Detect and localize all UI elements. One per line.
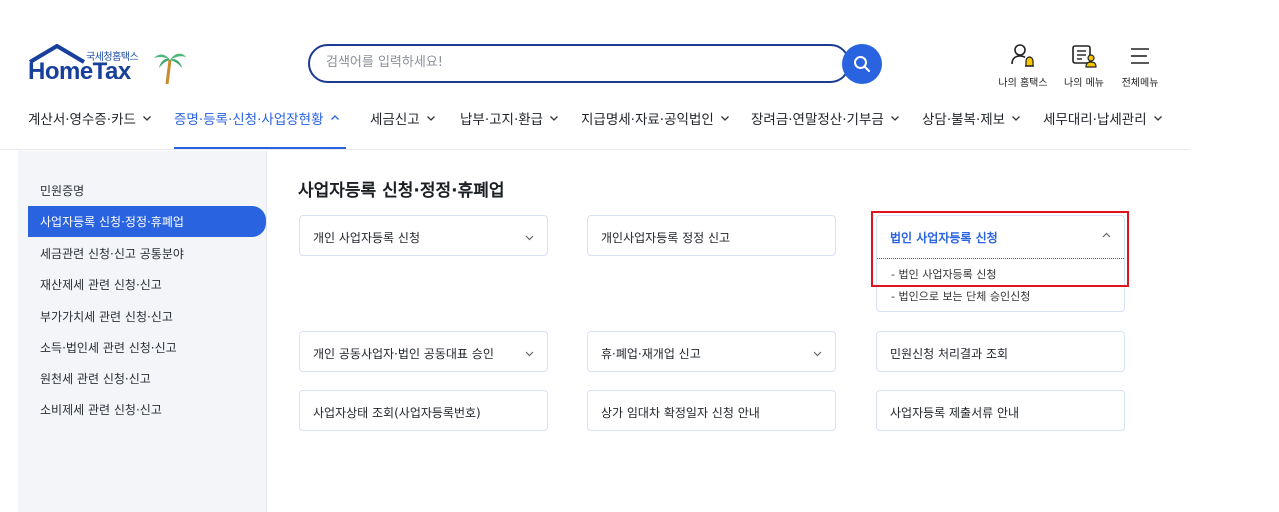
chevron-up-icon <box>330 115 339 120</box>
logo-wordmark: HomeTax <box>28 58 131 85</box>
active-tab-underline <box>174 147 346 149</box>
chevron-down-icon <box>550 116 559 121</box>
chevron-down-icon <box>525 351 534 357</box>
sidebar-item-income-corporate-tax[interactable]: 소득·법인세 관련 신청·신고 <box>40 339 177 356</box>
my-hometax-button[interactable]: 나의 홈택스 <box>993 42 1053 89</box>
chevron-down-icon <box>813 351 822 357</box>
card-joint-business-approval[interactable]: 개인 공동사업자·법인 공동대표 승인 <box>299 331 548 372</box>
sidebar-item-consumption-tax[interactable]: 소비제세 관련 신청·신고 <box>40 401 162 418</box>
gnb-item-tax-return[interactable]: 세금신고 <box>370 108 436 128</box>
sidebar-item-property-tax[interactable]: 재산제세 관련 신청·신고 <box>40 276 162 293</box>
card-closure-reopen[interactable]: 휴·폐업·재개업 신고 <box>587 331 836 372</box>
chevron-down-icon <box>426 116 435 121</box>
page-title: 사업자등록 신청·정정·휴폐업 <box>298 181 505 201</box>
all-menu-button[interactable]: 전체메뉴 <box>1110 42 1170 89</box>
sidebar-item-civil-certificate[interactable]: 민원증명 <box>40 182 84 199</box>
util-label: 나의 홈택스 <box>998 78 1048 89</box>
gnb-item-certificate[interactable]: 증명·등록·신청·사업장현황 <box>174 108 340 128</box>
my-menu-button[interactable]: 나의 메뉴 <box>1054 42 1114 89</box>
chevron-down-icon <box>1012 116 1021 121</box>
hometax-logo[interactable]: 국세청홈택스 HomeTax <box>28 44 193 88</box>
card-lease-date[interactable]: 상가 임대차 확정일자 신청 안내 <box>587 390 836 431</box>
card-required-documents[interactable]: 사업자등록 제출서류 안내 <box>876 390 1125 431</box>
sidebar-item-withholding-tax[interactable]: 원천세 관련 신청·신고 <box>40 370 151 387</box>
user-bell-icon <box>1011 44 1034 67</box>
gnb-item-tax-agent[interactable]: 세무대리·납세관리 <box>1043 108 1163 128</box>
card-individual-registration[interactable]: 개인 사업자등록 신청 <box>299 215 548 256</box>
sidebar-item-vat[interactable]: 부가가치세 관련 신청·신고 <box>40 308 173 325</box>
chevron-down-icon <box>1153 116 1162 121</box>
chevron-down-icon <box>142 116 151 121</box>
gnb-item-payment-statement[interactable]: 지급명세·자료·공익법인 <box>581 108 730 128</box>
my-menu-icon <box>1072 45 1097 68</box>
search-input[interactable] <box>326 55 826 70</box>
search-icon <box>854 56 870 72</box>
gnb-item-invoice[interactable]: 계산서·영수증·카드 <box>28 108 152 128</box>
gnb-item-consulting[interactable]: 상담·불복·제보 <box>922 108 1021 128</box>
hamburger-icon <box>1131 48 1149 64</box>
chevron-down-icon <box>890 116 899 121</box>
chevron-down-icon <box>525 235 534 241</box>
util-label: 나의 메뉴 <box>1064 78 1104 89</box>
sidebar-item-common-filing[interactable]: 세금관련 신청·신고 공통분야 <box>40 245 184 262</box>
dropdown-item-group-approval[interactable]: - 법인으로 보는 단체 승인신청 <box>891 288 1030 304</box>
gnb-item-payment[interactable]: 납부·고지·환급 <box>460 108 559 128</box>
sidebar: 민원증명 사업자등록 신청·정정·휴폐업 세금관련 신청·신고 공통분야 재산제… <box>18 151 267 512</box>
search-box[interactable] <box>308 44 850 83</box>
highlight-box <box>871 211 1129 287</box>
search-button[interactable] <box>842 44 882 84</box>
global-nav: 계산서·영수증·카드 증명·등록·신청·사업장현황 세금신고 납부·고지·환급 … <box>0 100 1190 150</box>
util-label: 전체메뉴 <box>1121 78 1159 89</box>
chevron-down-icon <box>720 116 729 121</box>
sidebar-item-business-registration[interactable]: 사업자등록 신청·정정·휴폐업 <box>28 206 266 237</box>
palm-tree-icon <box>154 53 186 85</box>
card-application-result[interactable]: 민원신청 처리결과 조회 <box>876 331 1125 372</box>
card-individual-correction[interactable]: 개인사업자등록 정정 신고 <box>587 215 836 256</box>
card-business-status[interactable]: 사업자상태 조회(사업자등록번호) <box>299 390 548 431</box>
gnb-item-incentive[interactable]: 장려금·연말정산·기부금 <box>751 108 900 128</box>
